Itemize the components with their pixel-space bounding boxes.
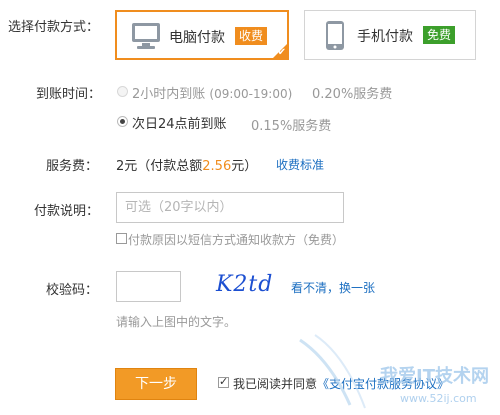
total-amount: 2.56 [202,159,232,174]
phone-icon [325,20,345,55]
payment-note-label: 付款说明： [34,204,100,219]
free-badge: 免费 [423,26,456,44]
payment-note-input[interactable] [116,192,344,223]
arrival-nextday-fee: 0.15%服务费 [251,119,332,134]
sms-notify-checkbox[interactable] [116,233,127,244]
next-step-button[interactable]: 下一步 [115,368,197,400]
captcha-hint: 请输入上图中的文字。 [116,315,237,329]
captcha-image: K2td [216,272,274,297]
arrival-nextday-radio[interactable] [117,116,128,127]
alipay-agreement-link[interactable]: 《支付宝付款服务协议》 [317,377,449,391]
payment-method-label: 选择付款方式： [8,20,100,35]
captcha-input[interactable] [116,271,181,302]
service-fee-label: 服务费： [46,159,99,174]
pay-by-computer-card[interactable]: 电脑付款 收费 ✔ [115,10,289,60]
pay-by-phone-label: 手机付款 [357,29,413,45]
captcha-refresh-link[interactable]: 看不清，换一张 [291,279,375,296]
captcha-label: 校验码： [46,283,99,298]
fee-standard-link[interactable]: 收费标准 [276,156,324,173]
arrival-2hours-radio[interactable] [117,86,128,97]
watermark-url: www.52ij.com [400,392,477,405]
check-icon: ✔ [277,47,286,58]
fee-badge: 收费 [235,27,268,45]
service-fee-value: 2元（付款总额2.56元） [116,159,258,174]
arrival-2hours-text: 2小时内到账 (09:00-19:00) [132,87,293,102]
sms-notify-label: 付款原因以短信方式通知收款方（免费） [128,233,345,247]
arrival-2hours-fee: 0.20%服务费 [312,87,393,102]
agree-terms-text: 我已阅读并同意《支付宝付款服务协议》 [233,377,450,391]
agree-terms-checkbox[interactable] [218,375,229,388]
arrival-time-label: 到账时间： [36,87,102,102]
pay-by-computer-label: 电脑付款 [169,30,225,46]
arrival-nextday-text: 次日24点前到账 [132,117,227,132]
monitor-icon [131,22,161,54]
pay-by-phone-card[interactable]: 手机付款 免费 [304,10,476,60]
arrival-2hours-window: (09:00-19:00) [209,87,293,101]
watermark-overlay: 我爱IT技术网 www.52ij.com [299,334,489,409]
